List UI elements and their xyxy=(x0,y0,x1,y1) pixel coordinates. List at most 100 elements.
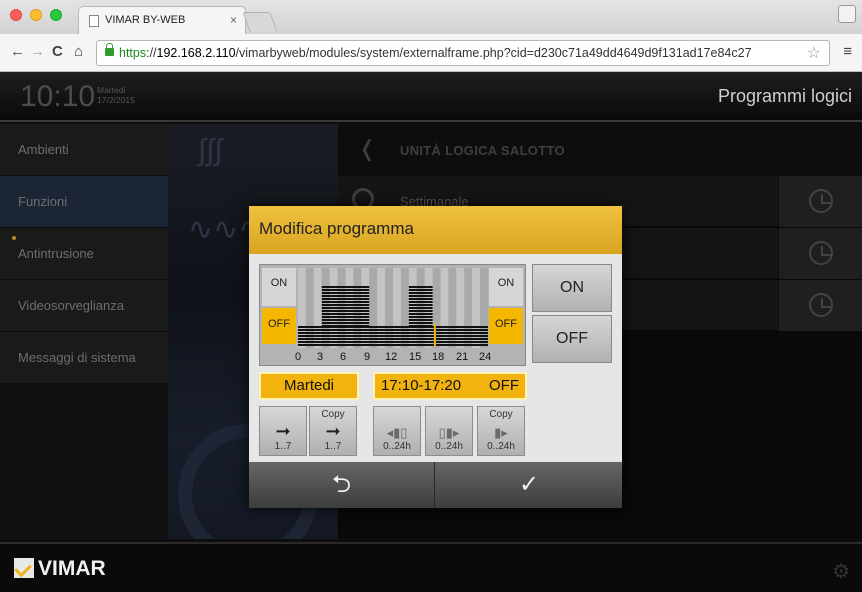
time-cursor xyxy=(433,324,436,346)
close-window-button[interactable] xyxy=(10,9,22,21)
tab-title: VIMAR BY-WEB xyxy=(105,14,186,26)
on-level-bar xyxy=(321,295,370,297)
axis-tick: 12 xyxy=(385,351,398,363)
on-level-bar xyxy=(408,322,433,324)
dialog-header: Modifica programma xyxy=(249,206,622,254)
page-icon xyxy=(89,15,99,27)
app-header: 10:10 Martedi 17/2/2015 Programmi logici xyxy=(0,72,862,122)
new-tab-button[interactable] xyxy=(242,12,278,32)
on-level-bar xyxy=(321,286,370,288)
on-level-bar xyxy=(408,307,433,309)
off-level-bar xyxy=(298,344,488,346)
on-level-bar xyxy=(321,298,370,300)
sidebar-item-label: Funzioni xyxy=(18,194,68,209)
edit-program-dialog: Modifica programma ON OFF ON OFF 0 3 6 9… xyxy=(249,206,622,508)
browser-toolbar: ← → C ⌂ https://192.168.2.110/vimarbyweb… xyxy=(0,34,862,72)
off-level-label-right: OFF xyxy=(489,308,523,344)
url-host: 192.168.2.110 xyxy=(156,46,236,60)
menu-icon[interactable]: ≡ xyxy=(843,43,852,60)
sidebar-item-messaggi[interactable]: Messaggi di sistema xyxy=(0,332,168,384)
sidebar-item-videosorveglianza[interactable]: Videosorveglianza xyxy=(0,280,168,332)
schedule-bars[interactable] xyxy=(298,268,488,348)
arrow-right-icon: ➞ xyxy=(275,421,291,441)
day-selector[interactable]: Martedi xyxy=(259,372,359,400)
back-icon[interactable]: ← xyxy=(10,44,25,60)
off-level-bar xyxy=(298,338,488,340)
tool-caption: Copy xyxy=(321,409,345,420)
on-level-bar xyxy=(321,322,370,324)
reload-icon[interactable]: C xyxy=(52,44,63,60)
browser-tab[interactable]: VIMAR BY-WEB × xyxy=(78,6,246,34)
sidebar-item-funzioni[interactable]: Funzioni xyxy=(0,176,168,228)
notification-dot xyxy=(12,236,16,240)
on-button[interactable]: ON xyxy=(532,264,612,312)
on-level-bar xyxy=(408,304,433,306)
url-text: https://192.168.2.110/vimarbyweb/modules… xyxy=(119,46,752,60)
on-level-bar xyxy=(321,310,370,312)
tool-sublabel: 1..7 xyxy=(324,441,342,452)
profile-icon[interactable] xyxy=(838,5,856,23)
shift-left-button[interactable]: ◂▮▯ 0..24h xyxy=(373,406,421,456)
off-level-bar xyxy=(298,341,488,343)
on-level-bar xyxy=(321,319,370,321)
date: 17/2/2015 xyxy=(97,95,135,105)
forward-icon[interactable]: → xyxy=(30,44,45,60)
browser-window: VIMAR BY-WEB × ← → C ⌂ https://192.168.2… xyxy=(0,0,862,592)
off-level-bar xyxy=(298,329,488,331)
axis-tick: 24 xyxy=(479,351,492,363)
on-level-bar xyxy=(408,295,433,297)
sidebar-item-label: Videosorveglianza xyxy=(18,298,124,313)
off-button[interactable]: OFF xyxy=(532,315,612,363)
tool-sublabel: 0..24h xyxy=(383,441,411,452)
brand-name: VIMAR xyxy=(38,557,106,580)
sidebar-item-label: Ambienti xyxy=(18,142,69,157)
on-level-bar xyxy=(321,313,370,315)
dialog-title: Modifica programma xyxy=(259,219,414,238)
on-level-bar xyxy=(408,292,433,294)
sidebar: Ambienti Funzioni Antintrusione Videosor… xyxy=(0,124,168,539)
on-level-label: ON xyxy=(262,268,296,306)
confirm-check-icon[interactable]: ✓ xyxy=(436,462,622,508)
tab-strip: VIMAR BY-WEB × xyxy=(0,0,862,34)
axis-tick: 0 xyxy=(295,351,302,363)
time-range: 17:10-17:20 xyxy=(381,377,462,394)
weekday: Martedi xyxy=(97,85,126,95)
sidebar-item-ambienti[interactable]: Ambienti xyxy=(0,124,168,176)
on-level-label-right: ON xyxy=(489,268,523,306)
sidebar-item-antintrusione[interactable]: Antintrusione xyxy=(0,228,168,280)
gear-icon[interactable]: ⚙ xyxy=(832,559,850,584)
time-slot-selector[interactable]: 17:10-17:20 OFF xyxy=(373,372,527,400)
shift-left-icon: ◂▮▯ xyxy=(386,425,408,440)
shift-right-button[interactable]: ▯▮▸ 0..24h xyxy=(425,406,473,456)
on-level-bar xyxy=(408,313,433,315)
vimar-logo-icon xyxy=(14,558,34,578)
tool-sublabel: 1..7 xyxy=(274,441,292,452)
minimize-window-button[interactable] xyxy=(30,9,42,21)
copy-days-button[interactable]: Copy ➞ 1..7 xyxy=(309,406,357,456)
on-level-bar xyxy=(321,316,370,318)
copy-hours-button[interactable]: Copy ▮▸ 0..24h xyxy=(477,406,525,456)
axis-tick: 9 xyxy=(364,351,371,363)
url-separator: :// xyxy=(146,46,157,60)
maximize-window-button[interactable] xyxy=(50,9,62,21)
on-level-bar xyxy=(408,298,433,300)
axis-tick: 21 xyxy=(456,351,469,363)
on-level-bar xyxy=(321,292,370,294)
address-bar[interactable]: https://192.168.2.110/vimarbyweb/modules… xyxy=(96,40,830,66)
page-title: Programmi logici xyxy=(717,86,852,106)
off-level-bar xyxy=(298,332,488,334)
on-level-bar xyxy=(408,301,433,303)
axis-tick: 3 xyxy=(317,351,324,363)
off-level-bar xyxy=(298,335,488,337)
on-level-bar xyxy=(321,304,370,306)
tab-close-icon[interactable]: × xyxy=(230,13,237,27)
home-icon[interactable]: ⌂ xyxy=(74,44,83,60)
url-path: /vimarbyweb/modules/system/externalframe… xyxy=(235,46,752,60)
back-button[interactable]: ⮌ xyxy=(249,462,435,508)
bookmark-star-icon[interactable]: ☆ xyxy=(807,43,821,63)
daily-schedule-graph[interactable]: ON OFF ON OFF 0 3 6 9 12 15 18 21 24 xyxy=(259,264,526,366)
apply-days-button[interactable]: ➞ 1..7 xyxy=(259,406,307,456)
on-level-bar xyxy=(408,310,433,312)
on-level-bar xyxy=(321,301,370,303)
sidebar-item-label: Antintrusione xyxy=(18,246,94,261)
